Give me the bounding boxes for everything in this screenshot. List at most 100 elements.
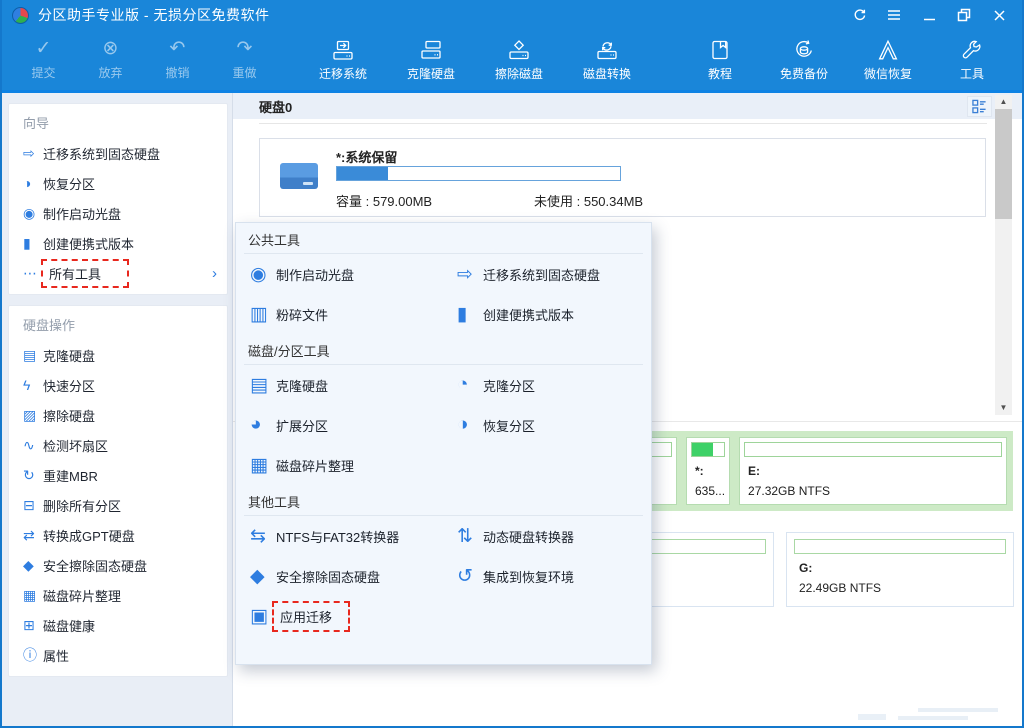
menu-icon[interactable] (881, 4, 907, 26)
sidebar-item-migrate-ssd[interactable]: ⇨ 迁移系统到固态硬盘 (9, 138, 227, 168)
recover-partition-icon: ◑ (457, 414, 483, 436)
disk0-card[interactable]: *:系统保留 容量 : 579.00MB 未使用 : 550.34MB (259, 138, 986, 217)
sidebar-item-convert-gpt[interactable]: ⇄ 转换成GPT硬盘 (9, 520, 227, 550)
migrate-ssd-icon: ⇨ (457, 263, 483, 286)
commit-button[interactable]: ✓ 提交 (10, 32, 77, 88)
sidebar-item-burn-cd[interactable]: ◉ 制作启动光盘 (9, 198, 227, 228)
clone-disk-icon: ▤ (250, 374, 276, 397)
disk-convert-button[interactable]: 磁盘转换 (566, 32, 648, 88)
clone-disk-icon (419, 38, 443, 62)
free-backup-button[interactable]: 免费备份 (762, 32, 846, 88)
bad-sector-icon: ∿ (23, 437, 43, 454)
rebuild-mbr-icon: ↻ (23, 467, 43, 484)
sidebar-item-defrag[interactable]: ▦ 磁盘碎片整理 (9, 580, 227, 610)
partition-box-e[interactable]: E: 27.32GB NTFS (739, 437, 1007, 505)
view-toggle-icon (972, 99, 987, 114)
popup-item-secure-erase-ssd[interactable]: ◆ 安全擦除固态硬盘 (236, 556, 443, 596)
delete-partitions-icon: ⊟ (23, 497, 43, 514)
clone-partition-icon: ◔ (457, 374, 483, 396)
wipe-disk-icon: ▨ (23, 407, 43, 424)
section-title: 向导 (9, 104, 227, 138)
sidebar-item-portable-version[interactable]: ▮ 创建便携式版本 (9, 228, 227, 258)
clone-disk-button[interactable]: 克隆硬盘 (390, 32, 472, 88)
app-window: 分区助手专业版 - 无损分区免费软件 ✓ 提交 ⊗ 放弃 ↶ 撤销 ↷ (0, 0, 1024, 728)
undo-icon: ↶ (170, 39, 186, 61)
app-migration-highlight: 应用迁移 (272, 601, 350, 632)
defrag-icon: ▦ (23, 587, 43, 604)
drive-icon (280, 163, 318, 189)
sidebar: 向导 ⇨ 迁移系统到固态硬盘 ◑ 恢复分区 ◉ 制作启动光盘 ▮ 创建便携式版本 (2, 93, 233, 726)
recover-partition-icon: ◑ (23, 175, 43, 191)
sidebar-item-rebuild-mbr[interactable]: ↻ 重建MBR (9, 460, 227, 490)
wechat-recovery-button[interactable]: 微信恢复 (846, 32, 930, 88)
disk-title: 硬盘0 (259, 97, 292, 116)
partition-label: *: (695, 464, 725, 478)
scroll-down-icon[interactable]: ▼ (995, 401, 1012, 415)
disk-health-icon: ⊞ (23, 617, 43, 634)
discard-button[interactable]: ⊗ 放弃 (77, 32, 144, 88)
partition-usage-bar (794, 539, 1006, 554)
popup-item-clone-disk[interactable]: ▤ 克隆硬盘 (236, 365, 443, 405)
popup-section-title: 公共工具 (236, 230, 651, 249)
backup-icon (792, 38, 816, 62)
popup-item-portable-version[interactable]: ▮ 创建便携式版本 (443, 294, 651, 334)
sidebar-item-secure-erase-ssd[interactable]: ◆ 安全擦除固态硬盘 (9, 550, 227, 580)
partition-size: 27.32GB NTFS (748, 484, 1002, 498)
popup-item-app-migration[interactable]: ▣ 应用迁移 (236, 596, 443, 636)
shred-file-icon: ▥ (250, 303, 276, 326)
popup-item-extend-partition[interactable]: ◕ 扩展分区 (236, 405, 443, 445)
redo-button[interactable]: ↷ 重做 (211, 32, 278, 88)
capacity-label: 容量 : 579.00MB (336, 191, 432, 210)
scrollbar-thumb[interactable] (995, 109, 1012, 219)
popup-item-shred-file[interactable]: ▥ 粉碎文件 (236, 294, 443, 334)
sidebar-item-all-tools[interactable]: ⋯ 所有工具 › (9, 258, 227, 288)
tools-icon (960, 38, 984, 62)
partition-label: E: (748, 464, 1002, 478)
wipe-disk-button[interactable]: 擦除磁盘 (478, 32, 560, 88)
popup-item-burn-cd[interactable]: ◉ 制作启动光盘 (236, 254, 443, 294)
defrag-icon: ▦ (250, 454, 276, 477)
sidebar-item-quick-partition[interactable]: ϟ 快速分区 (9, 370, 227, 400)
partition-label: G: (799, 561, 1006, 575)
refresh-icon[interactable] (846, 4, 872, 26)
clone-disk-icon: ▤ (23, 347, 43, 364)
sidebar-item-clone-disk[interactable]: ▤ 克隆硬盘 (9, 340, 227, 370)
portable-version-icon: ▮ (23, 235, 43, 252)
close-button[interactable] (986, 4, 1012, 26)
partition-box-g[interactable]: G: 22.49GB NTFS (786, 532, 1014, 607)
sidebar-item-wipe-disk[interactable]: ▨ 擦除硬盘 (9, 400, 227, 430)
tutorial-button[interactable]: 教程 (678, 32, 762, 88)
migrate-system-icon (331, 38, 355, 62)
redo-icon: ↷ (237, 39, 253, 61)
ntfs-fat32-icon: ⇆ (250, 525, 276, 548)
all-tools-highlight: 所有工具 (41, 259, 129, 288)
popup-item-integrate-recovery[interactable]: ↺ 集成到恢复环境 (443, 556, 651, 596)
vertical-scrollbar[interactable]: ▲ ▼ (995, 95, 1012, 415)
section-title: 硬盘操作 (9, 306, 227, 340)
view-toggle-button[interactable] (967, 96, 992, 117)
sidebar-item-properties[interactable]: ⓘ 属性 (9, 640, 227, 670)
sidebar-item-delete-all-partitions[interactable]: ⊟ 删除所有分区 (9, 490, 227, 520)
popup-item-ntfs-fat32-converter[interactable]: ⇆ NTFS与FAT32转换器 (236, 516, 443, 556)
quick-partition-icon: ϟ (23, 377, 43, 393)
sidebar-item-recover-partition[interactable]: ◑ 恢复分区 (9, 168, 227, 198)
partition-box-system[interactable]: *: 635... (686, 437, 730, 505)
minimize-button[interactable] (916, 4, 942, 26)
undo-button[interactable]: ↶ 撤销 (144, 32, 211, 88)
migrate-system-button[interactable]: 迁移系统 (302, 32, 384, 88)
sidebar-item-disk-health[interactable]: ⊞ 磁盘健康 (9, 610, 227, 640)
popup-section-title: 磁盘/分区工具 (236, 341, 651, 360)
sidebar-item-check-bad-sectors[interactable]: ∿ 检测坏扇区 (9, 430, 227, 460)
all-tools-popup: 公共工具 ◉ 制作启动光盘 ⇨ 迁移系统到固态硬盘 ▥ 粉碎文件 ▮ 创建便携式… (235, 222, 652, 665)
popup-item-clone-partition[interactable]: ◔ 克隆分区 (443, 365, 651, 405)
extend-partition-icon: ◕ (250, 414, 276, 436)
restore-button[interactable] (951, 4, 977, 26)
popup-item-migrate-ssd[interactable]: ⇨ 迁移系统到固态硬盘 (443, 254, 651, 294)
properties-icon: ⓘ (23, 645, 43, 665)
popup-item-recover-partition[interactable]: ◑ 恢复分区 (443, 405, 651, 445)
unused-label: 未使用 : 550.34MB (534, 191, 643, 210)
tools-button[interactable]: 工具 (930, 32, 1014, 88)
scroll-up-icon[interactable]: ▲ (995, 95, 1012, 109)
popup-item-defrag[interactable]: ▦ 磁盘碎片整理 (236, 445, 443, 485)
popup-item-dynamic-disk-converter[interactable]: ⇅ 动态硬盘转换器 (443, 516, 651, 556)
